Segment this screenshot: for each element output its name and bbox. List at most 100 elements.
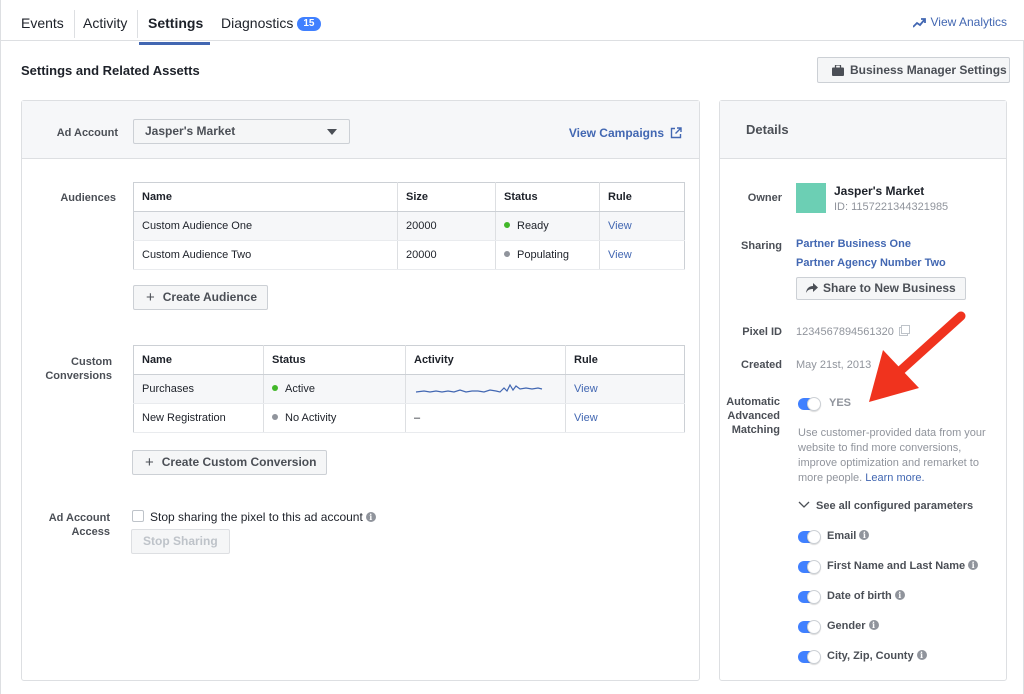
owner-id: ID: 1157221344321985	[834, 201, 949, 213]
tab-settings-label: Settings	[148, 15, 204, 31]
param-name-text: First Name and Last Name	[827, 560, 966, 572]
column-header-rule[interactable]: Rule	[565, 345, 685, 375]
ad-account-access-label-line1: Ad Account	[48, 512, 110, 524]
conversion-name: New Registration	[133, 403, 264, 433]
tab-activity[interactable]: Activity	[73, 10, 139, 38]
location-toggle[interactable]	[798, 650, 821, 664]
tab-diagnostics[interactable]: Diagnostics 15	[211, 0, 331, 41]
param-gender-label: Gender i	[827, 620, 879, 632]
share-arrow-icon	[806, 283, 818, 293]
ad-account-access-label-line2: Access	[71, 526, 110, 538]
create-audience-label: Create Audience	[162, 290, 258, 304]
custom-conversions-label-line1: Custom	[71, 356, 112, 368]
audiences-table-header: Name Size Status Rule	[133, 182, 685, 212]
conversion-rule: View	[565, 374, 685, 404]
conversion-status: Active	[263, 374, 406, 404]
view-rule-link[interactable]: View	[574, 383, 598, 395]
table-row: Purchases Active View	[133, 374, 685, 404]
dob-toggle[interactable]	[798, 590, 821, 604]
tab-events[interactable]: Events	[11, 10, 75, 38]
status-ready-dot-icon	[504, 222, 510, 228]
sharing-partner-link[interactable]: Partner Agency Number Two	[796, 257, 946, 269]
param-email-text: Email	[827, 530, 857, 542]
toggle-knob	[807, 620, 821, 634]
view-campaigns-link[interactable]: View Campaigns	[569, 126, 682, 140]
column-header-name[interactable]: Name	[133, 182, 398, 212]
aam-toggle[interactable]	[798, 397, 821, 411]
ad-account-select[interactable]: Jasper's Market	[133, 119, 350, 144]
column-header-status[interactable]: Status	[495, 182, 600, 212]
sharing-partner-link[interactable]: Partner Business One	[796, 238, 911, 250]
learn-more-link[interactable]: Learn more.	[865, 472, 924, 484]
param-location-label: City, Zip, County i	[827, 650, 927, 662]
table-row: Custom Audience Two 20000 Populating Vie…	[133, 240, 685, 270]
info-icon[interactable]: i	[968, 560, 979, 570]
page-frame: Events Activity Settings Diagnostics 15 V…	[0, 0, 1024, 694]
share-to-new-business-button[interactable]: Share to New Business	[796, 277, 966, 300]
name-toggle[interactable]	[798, 560, 821, 574]
column-header-rule[interactable]: Rule	[599, 182, 685, 212]
view-analytics-link[interactable]: View Analytics	[911, 15, 1007, 29]
see-all-parameters-toggle[interactable]: See all configured parameters	[798, 500, 973, 512]
info-icon[interactable]: i	[859, 530, 870, 540]
settings-panel: Ad Account Jasper's Market View Campaign…	[21, 100, 700, 681]
diagnostics-count-badge: 15	[297, 17, 321, 31]
audiences-table: Name Size Status Rule Custom Audience On…	[133, 182, 685, 270]
create-custom-conversion-button[interactable]: + Create Custom Conversion	[132, 450, 328, 475]
column-header-activity[interactable]: Activity	[405, 345, 566, 375]
see-all-parameters-label: See all configured parameters	[816, 500, 974, 512]
audience-status-text: Populating	[517, 249, 569, 261]
ad-account-access-label: Ad Account Access	[32, 511, 110, 539]
gender-toggle[interactable]	[798, 620, 821, 634]
external-link-icon	[670, 127, 682, 139]
tab-activity-label: Activity	[83, 15, 128, 31]
param-location-text: City, Zip, County	[827, 650, 914, 662]
view-rule-link[interactable]: View	[608, 220, 632, 232]
param-gender-text: Gender	[827, 620, 866, 632]
audience-status: Ready	[495, 211, 600, 241]
info-icon[interactable]: i	[916, 650, 927, 660]
view-campaigns-label: View Campaigns	[568, 126, 664, 140]
create-audience-button[interactable]: + Create Audience	[133, 285, 269, 310]
email-toggle[interactable]	[798, 530, 821, 544]
custom-conversions-table-header: Name Status Activity Rule	[133, 345, 685, 375]
info-icon[interactable]: i	[894, 590, 905, 600]
audience-rule: View	[599, 211, 685, 241]
info-icon[interactable]: i	[868, 620, 879, 630]
column-header-status[interactable]: Status	[263, 345, 406, 375]
conversion-activity	[405, 374, 566, 404]
owner-label: Owner	[747, 192, 782, 204]
stop-sharing-button[interactable]: Stop Sharing	[131, 529, 230, 554]
tab-settings[interactable]: Settings	[138, 0, 213, 41]
toggle-knob	[807, 590, 821, 604]
pixel-id-label: Pixel ID	[742, 326, 782, 338]
aam-label-line1: Automatic	[726, 396, 780, 408]
business-manager-settings-label: Business Manager Settings	[850, 63, 1007, 77]
toggle-knob	[807, 530, 821, 544]
param-name-label: First Name and Last Name i	[827, 560, 979, 572]
param-email-label: Email i	[827, 530, 870, 542]
automatic-advanced-matching-label: Automatic Advanced Matching	[720, 395, 780, 437]
stop-sharing-checkbox-label: Stop sharing the pixel to this ad accoun…	[150, 510, 376, 524]
business-manager-settings-button[interactable]: Business Manager Settings	[817, 57, 1010, 83]
toggle-knob	[807, 397, 821, 411]
stop-sharing-text: Stop sharing the pixel to this ad accoun…	[150, 510, 363, 524]
view-rule-link[interactable]: View	[574, 412, 598, 424]
tab-events-label: Events	[21, 15, 64, 31]
aam-description: Use customer-provided data from your web…	[798, 426, 994, 486]
created-value: May 21st, 2013	[796, 359, 872, 371]
stop-sharing-checkbox[interactable]	[132, 510, 144, 522]
plus-icon: +	[146, 289, 155, 306]
audience-size: 20000	[397, 240, 496, 270]
column-header-size[interactable]: Size	[397, 182, 496, 212]
caret-down-icon	[327, 129, 337, 135]
conversion-status: No Activity	[263, 403, 406, 433]
column-header-name[interactable]: Name	[133, 345, 264, 375]
view-rule-link[interactable]: View	[608, 249, 632, 261]
info-icon[interactable]: i	[365, 512, 376, 522]
chevron-down-icon	[798, 501, 810, 508]
aam-value: YES	[829, 397, 852, 409]
sharing-label: Sharing	[741, 240, 782, 252]
owner-avatar	[796, 183, 826, 213]
section-title: Settings and Related Assetts	[21, 63, 200, 78]
